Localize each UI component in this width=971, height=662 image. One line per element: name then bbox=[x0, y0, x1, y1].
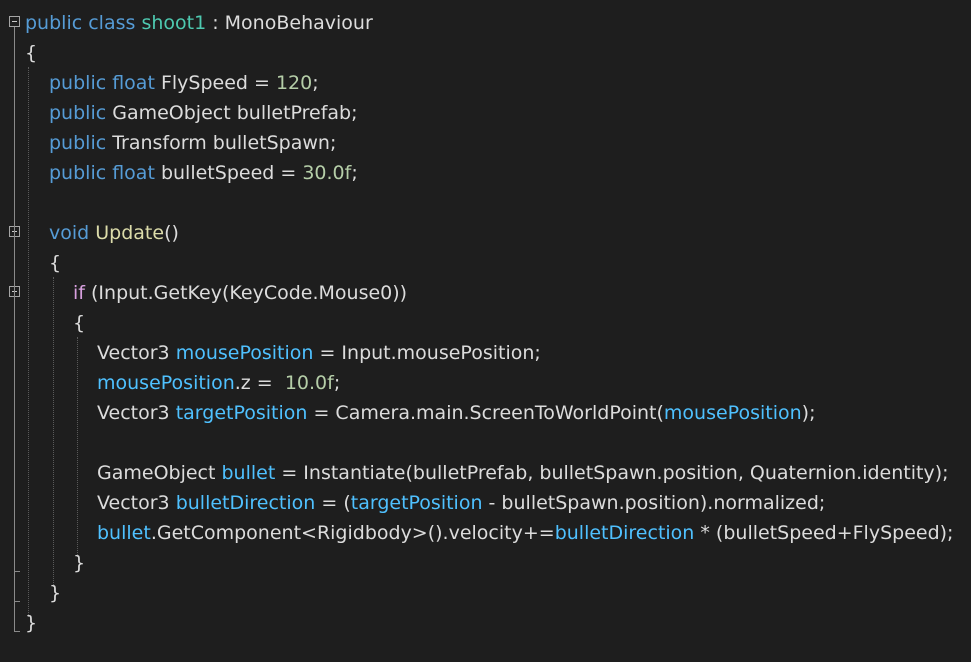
code-token: } bbox=[49, 582, 62, 604]
code-token: = ( bbox=[315, 492, 351, 514]
code-line[interactable]: } bbox=[73, 548, 85, 578]
code-token: .GetComponent<Rigidbody>().velocity+= bbox=[150, 522, 555, 544]
code-token: = Camera.main.ScreenToWorldPoint( bbox=[307, 402, 664, 424]
code-line[interactable]: } bbox=[49, 578, 61, 608]
code-token: targetPosition bbox=[175, 402, 308, 424]
code-token: mousePosition bbox=[663, 402, 802, 424]
code-token: bulletDirection bbox=[554, 522, 695, 544]
code-token: bulletSpeed bbox=[160, 162, 275, 184]
code-token: public bbox=[49, 132, 107, 154]
if-outline-end bbox=[14, 571, 20, 572]
code-line[interactable]: Vector3 bulletDirection = (targetPositio… bbox=[97, 488, 825, 518]
code-token: 10.0f bbox=[284, 372, 334, 394]
code-line[interactable]: { bbox=[25, 38, 37, 68]
indent-guide bbox=[53, 277, 54, 587]
indent-guide bbox=[28, 67, 29, 617]
code-token: void bbox=[49, 222, 90, 244]
code-token: ); bbox=[801, 402, 816, 424]
code-token: 30.0f bbox=[302, 162, 352, 184]
code-token: ; bbox=[351, 102, 358, 124]
code-line[interactable]: mousePosition.z = 10.0f; bbox=[97, 368, 340, 398]
code-line[interactable]: void Update() bbox=[49, 218, 179, 248]
code-token: 120 bbox=[275, 72, 313, 94]
code-token: ; bbox=[329, 132, 337, 154]
code-line[interactable]: public GameObject bulletPrefab; bbox=[49, 98, 358, 128]
code-token: bulletSpawn bbox=[212, 132, 330, 154]
code-token: .z = bbox=[234, 372, 285, 394]
code-token: Vector3 bbox=[97, 342, 170, 364]
code-token: if bbox=[73, 282, 85, 304]
code-token: ; bbox=[312, 72, 319, 94]
code-line[interactable]: GameObject bullet = Instantiate(bulletPr… bbox=[97, 458, 949, 488]
code-token: mousePosition bbox=[175, 342, 314, 364]
class-outline-end bbox=[14, 631, 20, 632]
code-line[interactable]: public Transform bulletSpawn; bbox=[49, 128, 336, 158]
code-token: float bbox=[112, 72, 155, 94]
code-token: ; bbox=[351, 162, 358, 184]
code-token: } bbox=[25, 612, 38, 634]
code-token: - bulletSpawn.position).normalized; bbox=[482, 492, 826, 514]
code-line[interactable]: } bbox=[25, 608, 37, 638]
code-token: float bbox=[112, 162, 155, 184]
code-line[interactable]: { bbox=[49, 248, 61, 278]
code-token: targetPosition bbox=[350, 492, 483, 514]
code-token: class bbox=[88, 12, 136, 34]
code-token: bulletPrefab bbox=[236, 102, 352, 124]
code-token: bullet bbox=[221, 462, 276, 484]
code-token: public bbox=[49, 72, 107, 94]
code-token: Vector3 bbox=[97, 402, 170, 424]
code-token: : bbox=[206, 12, 225, 34]
code-token: = Instantiate(bulletPrefab, bulletSpawn.… bbox=[275, 462, 949, 484]
code-line[interactable]: bullet.GetComponent<Rigidbody>().velocit… bbox=[97, 518, 953, 548]
code-line[interactable]: Vector3 targetPosition = Camera.main.Scr… bbox=[97, 398, 816, 428]
code-line[interactable]: public class shoot1 : MonoBehaviour bbox=[25, 8, 373, 38]
code-token: bulletDirection bbox=[175, 492, 316, 514]
code-token: } bbox=[73, 552, 86, 574]
code-token: bullet bbox=[97, 522, 151, 544]
code-line[interactable]: { bbox=[73, 308, 85, 338]
code-token: = bbox=[247, 72, 276, 94]
code-token: Update bbox=[95, 222, 165, 244]
code-token: { bbox=[25, 42, 38, 64]
code-token: * (bulletSpeed+FlySpeed); bbox=[694, 522, 954, 544]
code-token: FlySpeed bbox=[160, 72, 248, 94]
code-token: GameObject bbox=[97, 462, 216, 484]
code-line[interactable]: if (Input.GetKey(KeyCode.Mouse0)) bbox=[73, 278, 407, 308]
code-token: Vector3 bbox=[97, 492, 170, 514]
code-token: = Input.mousePosition; bbox=[313, 342, 541, 364]
code-line[interactable]: Vector3 mousePosition = Input.mousePosit… bbox=[97, 338, 541, 368]
code-token: ; bbox=[333, 372, 341, 394]
code-token: public bbox=[49, 102, 107, 124]
code-token: Transform bbox=[112, 132, 207, 154]
code-token: (Input.GetKey(KeyCode.Mouse0)) bbox=[84, 282, 408, 304]
code-token: { bbox=[49, 252, 62, 274]
code-token: GameObject bbox=[112, 102, 231, 124]
code-token: shoot1 bbox=[141, 12, 207, 34]
code-token: mousePosition bbox=[97, 372, 235, 394]
code-token: public bbox=[25, 12, 83, 34]
indent-guide bbox=[77, 337, 78, 557]
code-token: { bbox=[73, 312, 86, 334]
code-token: MonoBehaviour bbox=[224, 12, 373, 34]
code-token: = bbox=[274, 162, 303, 184]
update-outline-end bbox=[14, 601, 20, 602]
code-line[interactable]: public float bulletSpeed = 30.0f; bbox=[49, 158, 358, 188]
class-fold-icon[interactable] bbox=[9, 16, 20, 27]
class-outline-guide bbox=[14, 27, 15, 631]
code-editor[interactable]: public class shoot1 : MonoBehaviour { publ… bbox=[0, 0, 971, 662]
code-token: public bbox=[49, 162, 107, 184]
code-token: () bbox=[164, 222, 179, 244]
code-line[interactable]: public float FlySpeed = 120; bbox=[49, 68, 319, 98]
